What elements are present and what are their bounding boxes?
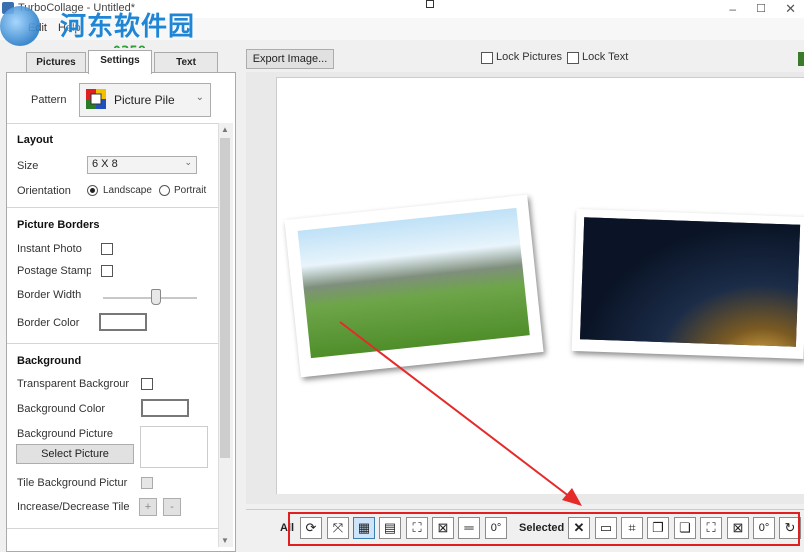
annotation-arrow [339, 321, 582, 506]
tab-settings[interactable]: Settings [88, 50, 152, 74]
toolbar-highlight [288, 512, 800, 546]
